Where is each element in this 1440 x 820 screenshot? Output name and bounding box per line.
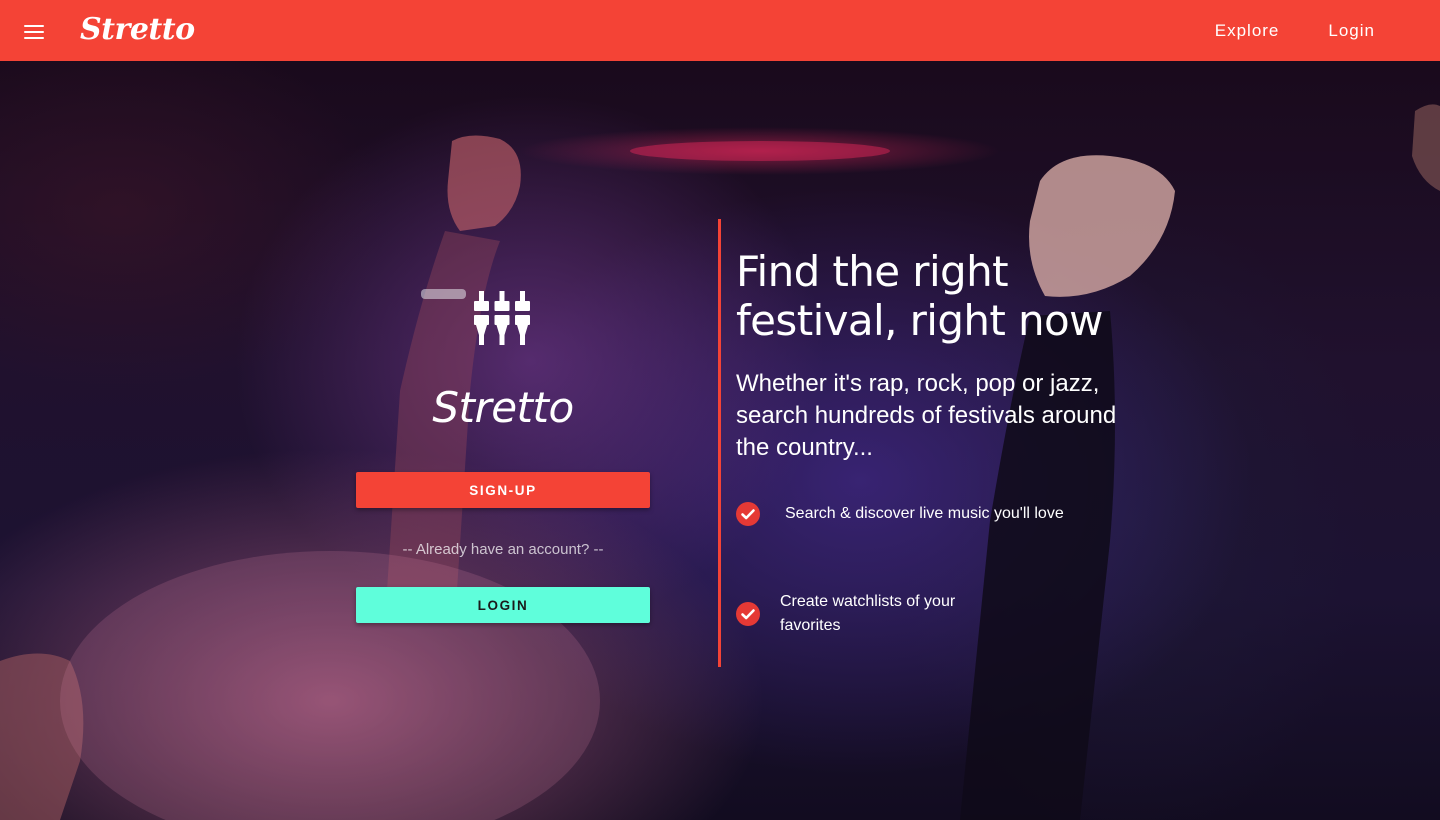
sliders-equalizer-icon: [474, 291, 530, 345]
feature-text: Create watchlists of your favorites: [780, 593, 956, 634]
already-have-account-text: -- Already have an account? --: [402, 541, 604, 558]
pitch-panel: Find the right festival, right now Wheth…: [736, 61, 1156, 820]
check-circle-icon: [736, 502, 760, 526]
top-navbar: Stretto Explore Login: [0, 0, 1440, 61]
nav-link-login[interactable]: Login: [1328, 21, 1375, 41]
feature-item: Search & discover live music you'll love: [736, 502, 1075, 526]
feature-text: Search & discover live music you'll love: [785, 505, 1064, 522]
hamburger-menu-icon[interactable]: [24, 25, 46, 43]
feature-item: Create watchlists of your favorites: [736, 590, 990, 638]
check-circle-icon: [736, 602, 760, 626]
hero-brand-name: Stretto: [432, 383, 574, 432]
vertical-divider: [718, 219, 721, 667]
brand-logo[interactable]: Stretto: [80, 8, 195, 52]
auth-panel: Stretto SIGN-UP -- Already have an accou…: [356, 61, 650, 820]
hero-section: Stretto SIGN-UP -- Already have an accou…: [0, 61, 1440, 820]
login-button[interactable]: LOGIN: [356, 587, 650, 623]
hero-headline: Find the right festival, right now: [736, 247, 1104, 345]
nav-links: Explore Login: [1166, 0, 1375, 61]
signup-button[interactable]: SIGN-UP: [356, 472, 650, 508]
nav-link-explore[interactable]: Explore: [1215, 21, 1280, 41]
hero-subheading: Whether it's rap, rock, pop or jazz, sea…: [736, 370, 1117, 461]
